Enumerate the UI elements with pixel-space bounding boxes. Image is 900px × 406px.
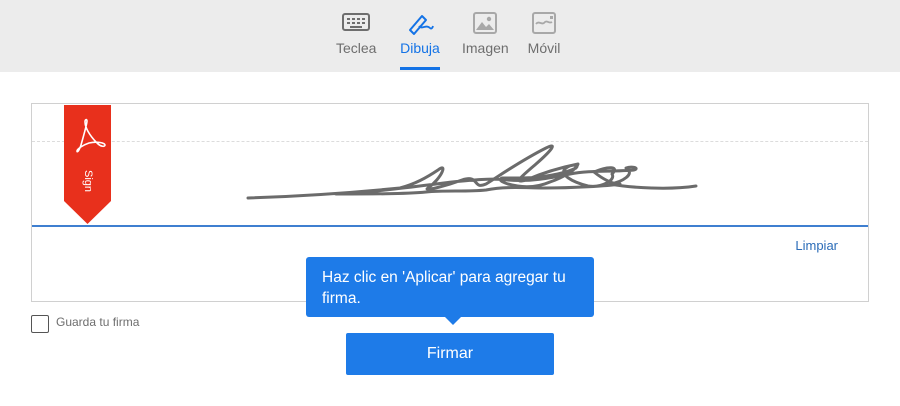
ribbon-label: Sign [82,169,94,193]
tooltip-arrow [445,317,461,325]
active-tab-indicator [400,67,440,70]
sign-button[interactable]: Firmar [346,333,554,375]
signature-baseline [32,225,868,227]
mobile-signature-icon [532,12,556,39]
pen-draw-icon [406,12,434,41]
image-icon [473,12,497,39]
tab-label: Teclea [336,40,377,56]
tab-label: Imagen [462,40,509,56]
tooltip-text: Haz clic en 'Aplicar' para agregar tu fi… [322,269,566,307]
apply-tooltip: Haz clic en 'Aplicar' para agregar tu fi… [306,257,594,325]
signature-mode-tabs: Teclea Dibuja Imagen Móvil [0,0,900,72]
save-signature-checkbox[interactable] [31,315,49,333]
sign-ribbon [64,105,111,224]
tab-label: Dibuja [400,40,440,56]
drawn-signature [246,144,698,200]
tab-label: Móvil [527,40,561,56]
clear-link[interactable]: Limpiar [760,238,838,253]
tab-imagen[interactable]: Imagen [462,0,509,72]
tab-movil[interactable]: Móvil [526,0,562,72]
tab-teclea[interactable]: Teclea [336,0,376,72]
tab-dibuja[interactable]: Dibuja [400,0,440,72]
keyboard-icon [342,12,370,37]
save-signature-label: Guarda tu firma [56,315,140,329]
